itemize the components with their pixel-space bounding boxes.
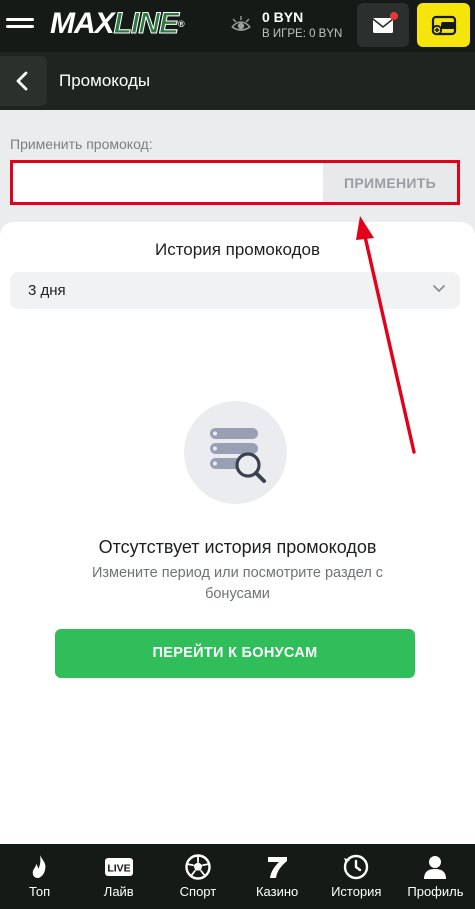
empty-history-icon [184, 401, 287, 504]
logo-line: LINE [113, 7, 179, 41]
nav-item-profile[interactable]: Профиль [396, 844, 475, 909]
nav-item-sport[interactable]: Спорт [158, 844, 237, 909]
deposit-button[interactable] [417, 3, 470, 47]
history-clock-icon [344, 854, 369, 880]
balance-block[interactable]: 0 BYN В ИГРЕ: 0 BYN [262, 8, 342, 42]
eye-icon[interactable] [230, 15, 252, 35]
promo-code-input[interactable] [13, 163, 323, 202]
logo-registered: ® [178, 19, 185, 29]
empty-subtitle: Измените период или посмотрите раздел с … [91, 565, 384, 602]
logo-max: MAX [50, 7, 115, 40]
page-header: Промокоды [0, 52, 475, 110]
page-title: Промокоды [59, 71, 151, 90]
apply-button[interactable]: ПРИМЕНИТЬ [323, 163, 457, 202]
period-select[interactable]: 3 дня [10, 272, 460, 309]
nav-label-live: Лайв [103, 884, 134, 899]
go-to-bonuses-button[interactable]: ПЕРЕЙТИ К БОНУСАМ [55, 629, 415, 678]
nav-label-profile: Профиль [407, 884, 464, 899]
nav-label-casino: Казино [255, 884, 299, 899]
chevron-left-icon [16, 71, 28, 91]
balance-amount: 0 BYN [262, 9, 304, 25]
history-title: История промокодов [154, 240, 321, 259]
nav-label-history: История [331, 884, 382, 899]
promo-label: Применить промокод: [10, 136, 153, 152]
back-button[interactable] [0, 56, 47, 106]
seven-icon [268, 857, 288, 878]
wallet-icon [431, 15, 457, 36]
nav-item-live[interactable]: LIVE Лайв [79, 844, 158, 909]
in-game-amount: В ИГРЕ: 0 BYN [262, 28, 343, 40]
chevron-down-icon [433, 285, 445, 293]
promo-code-form: ПРИМЕНИТЬ [10, 160, 460, 205]
promo-history-card: История промокодов 3 дня Отсутствует ист… [0, 222, 475, 844]
flame-icon [32, 855, 46, 878]
nav-item-history[interactable]: История [317, 844, 396, 909]
notification-dot [390, 12, 398, 20]
soccer-ball-icon [185, 854, 211, 880]
nav-label-sport: Спорт [179, 884, 217, 899]
live-icon: LIVE [104, 858, 133, 876]
user-icon [424, 856, 447, 879]
menu-icon[interactable] [6, 18, 34, 32]
bottom-nav: Топ LIVE Лайв Спорт Казино История Профи… [0, 844, 475, 909]
nav-label-top: Топ [28, 884, 51, 899]
mail-icon [372, 18, 394, 33]
nav-item-casino[interactable]: Казино [238, 844, 317, 909]
messages-button[interactable] [357, 3, 409, 47]
empty-title: Отсутствует история промокодов [98, 537, 377, 557]
nav-item-top[interactable]: Топ [0, 844, 79, 909]
live-badge-text: LIVE [107, 863, 130, 875]
top-header: MAXLINE® 0 BYN В ИГРЕ: 0 BYN [0, 0, 475, 52]
period-value: 3 дня [28, 282, 66, 299]
logo[interactable]: MAXLINE® [50, 6, 185, 42]
